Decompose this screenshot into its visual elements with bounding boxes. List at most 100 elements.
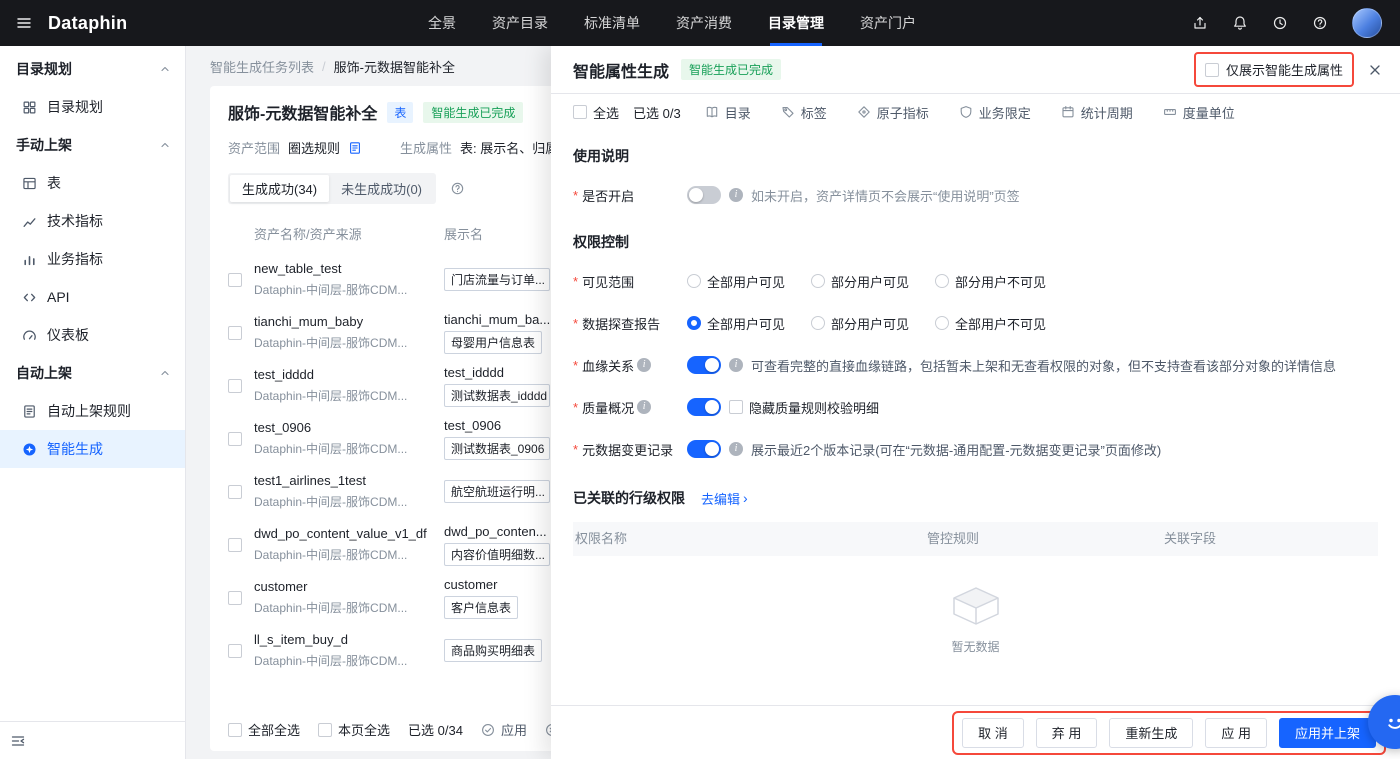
display-name-input[interactable]: 商品购买明细表 (444, 639, 543, 662)
sidebar-item-label: 自动上架规则 (47, 403, 131, 419)
radio-icon (687, 316, 701, 330)
filter-select-all-checkbox[interactable]: 全选 (573, 103, 619, 122)
display-name-input[interactable]: 客户信息表 (444, 595, 519, 619)
row-checkbox[interactable] (228, 590, 242, 605)
radio-label: 部分用户不可见 (955, 274, 1047, 290)
display-name-input[interactable]: 门店流量与订单... (444, 268, 550, 291)
filter-item-label: 度量单位 (1182, 105, 1235, 121)
required-mark: * (573, 441, 579, 457)
filter-item-atomic-metric[interactable]: 原子指标 (857, 103, 929, 122)
nav-asset-consume[interactable]: 资产消费 (676, 0, 732, 46)
checkbox-icon (228, 722, 242, 737)
asset-name: new_table_test (254, 261, 342, 276)
sidebar-item-biz-metric[interactable]: 业务指标 (0, 240, 185, 278)
display-name-input[interactable]: 母婴用户信息表 (444, 330, 543, 354)
sidebar-item-table[interactable]: 表 (0, 164, 185, 202)
sidebar-group-label: 手动上架 (16, 137, 72, 153)
filter-item-label: 标签 (800, 105, 827, 121)
history-icon[interactable] (1272, 15, 1288, 31)
row-checkbox[interactable] (228, 325, 242, 340)
atomic-metric-icon (857, 105, 871, 119)
row-checkbox[interactable] (228, 643, 242, 658)
sidebar-group-header[interactable]: 目录规划 (0, 50, 185, 88)
sidebar-group-header[interactable]: 自动上架 (0, 354, 185, 392)
apply-selected-button[interactable]: 应用 (481, 720, 527, 739)
type-badge: 表 (387, 101, 414, 123)
filter-item-stat-period[interactable]: 统计周期 (1061, 103, 1133, 122)
discard-button[interactable]: 弃 用 (1035, 717, 1098, 748)
sidebar-item-smart-gen[interactable]: 智能生成 (0, 430, 185, 468)
quality-toggle[interactable] (687, 398, 721, 416)
asset-source: Dataphin-中间层-服饰CDM... (254, 336, 408, 350)
row-checkbox[interactable] (228, 484, 242, 499)
tabs-help-icon[interactable] (450, 181, 465, 196)
bell-icon[interactable] (1232, 15, 1248, 31)
sidebar-item-grid[interactable]: 目录规划 (0, 88, 185, 126)
meta-change-toggle[interactable] (687, 440, 721, 458)
doc-icon (22, 404, 37, 419)
probe-report-option-2[interactable]: 全部用户不可见 (935, 314, 1046, 333)
meta-change-row: * 元数据变更记录 i 展示最近2个版本记录(可在“元数据-通用配置-元数据变更… (573, 438, 1378, 460)
hide-quality-detail-checkbox[interactable]: 隐藏质量规则校验明细 (729, 398, 879, 417)
regenerate-button[interactable]: 重新生成 (1109, 717, 1194, 748)
avatar[interactable] (1352, 8, 1382, 38)
filter-item-business-limit[interactable]: 业务限定 (959, 103, 1031, 122)
sidebar-group-label: 自动上架 (16, 365, 72, 381)
filter-item-unit[interactable]: 度量单位 (1163, 103, 1235, 122)
breadcrumb-parent[interactable]: 智能生成任务列表 (210, 57, 314, 76)
lineage-toggle[interactable] (687, 356, 721, 374)
filter-selected-count: 已选 0/3 (633, 105, 681, 121)
close-icon[interactable] (1368, 63, 1382, 77)
sidebar: 目录规划 目录规划手动上架表技术指标 业务指标 API 仪表板自动上架自动上架规则智能生… (0, 46, 186, 759)
sidebar-item-tech-metric[interactable]: 技术指标 (0, 202, 185, 240)
display-name-input[interactable]: 航空航班运行明... (444, 480, 550, 503)
probe-report-option-1[interactable]: 部分用户可见 (811, 314, 909, 333)
apply-button[interactable]: 应 用 (1205, 717, 1267, 748)
row-checkbox[interactable] (228, 272, 242, 287)
sidebar-item-doc[interactable]: 自动上架规则 (0, 392, 185, 430)
permission-section-title: 权限控制 (573, 234, 629, 250)
nav-catalog-manage[interactable]: 目录管理 (768, 0, 824, 46)
apply-and-publish-button[interactable]: 应用并上架 (1278, 717, 1376, 748)
collapse-sidebar-icon[interactable] (10, 733, 26, 749)
asset-name-cell: dwd_po_content_value_v1_df Dataphin-中间层-服… (254, 526, 444, 563)
sidebar-item-api[interactable]: API (0, 278, 185, 316)
filter-item-tag[interactable]: 标签 (781, 103, 827, 122)
row-checkbox[interactable] (228, 431, 242, 446)
check-circle-icon (481, 723, 495, 737)
filter-item-catalog[interactable]: 目录 (705, 103, 751, 122)
tab-generate-failed[interactable]: 未生成成功(0) (329, 175, 434, 202)
row-checkbox[interactable] (228, 378, 242, 393)
scope-label: 资产范围 (228, 141, 281, 156)
business-limit-icon (959, 105, 973, 119)
asset-name-cell: tianchi_mum_baby Dataphin-中间层-服饰CDM... (254, 314, 444, 351)
visible-scope-option-2[interactable]: 部分用户不可见 (935, 272, 1046, 291)
scope-rule-icon[interactable] (348, 141, 362, 155)
nav-asset-portal[interactable]: 资产门户 (860, 0, 916, 46)
select-page-checkbox[interactable]: 本页全选 (318, 720, 390, 739)
menu-icon[interactable] (16, 15, 32, 31)
edit-row-permission-link[interactable]: 去编辑 › (701, 489, 748, 508)
only-smart-checkbox[interactable] (1204, 62, 1219, 77)
row-checkbox[interactable] (228, 537, 242, 552)
chat-icon (1380, 707, 1400, 737)
required-mark: * (573, 399, 579, 415)
sidebar-item-dashboard[interactable]: 仪表板 (0, 316, 185, 354)
display-name-input[interactable]: 测试数据表_0906 (444, 436, 550, 460)
publish-icon[interactable] (1192, 15, 1208, 31)
display-name-input[interactable]: 测试数据表_idddd (444, 383, 550, 407)
nav-overview[interactable]: 全景 (428, 0, 456, 46)
probe-report-option-0[interactable]: 全部用户可见 (687, 314, 785, 333)
sidebar-group-header[interactable]: 手动上架 (0, 126, 185, 164)
visible-scope-option-0[interactable]: 全部用户可见 (687, 272, 785, 291)
breadcrumb-current: 服饰-元数据智能补全 (333, 59, 455, 75)
nav-standard-list[interactable]: 标准清单 (584, 0, 640, 46)
usage-enable-toggle[interactable] (687, 186, 721, 204)
tab-generate-success[interactable]: 生成成功(34) (230, 175, 330, 202)
help-icon[interactable] (1312, 15, 1328, 31)
select-all-checkbox[interactable]: 全部全选 (228, 720, 300, 739)
display-name-input[interactable]: 内容价值明细数... (444, 542, 550, 566)
cancel-button[interactable]: 取 消 (962, 717, 1024, 748)
visible-scope-option-1[interactable]: 部分用户可见 (811, 272, 909, 291)
nav-asset-catalog[interactable]: 资产目录 (492, 0, 548, 46)
